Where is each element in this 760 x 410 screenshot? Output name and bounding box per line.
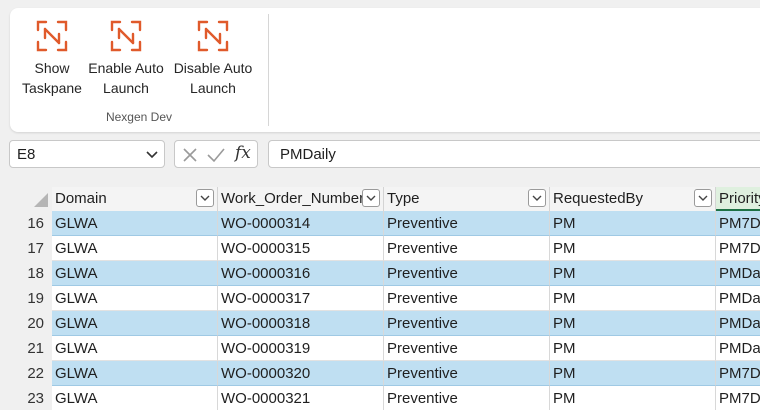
table-cell[interactable]: GLWA xyxy=(52,386,218,410)
enable-auto-launch-button[interactable]: Enable Auto Launch xyxy=(84,18,168,104)
column-header-label: Type xyxy=(387,190,420,207)
table-cell[interactable]: WO-0000316 xyxy=(218,261,384,286)
table-cell[interactable]: Preventive xyxy=(384,336,550,361)
row-number[interactable]: 19 xyxy=(0,286,52,311)
column-header-domain[interactable]: Domain xyxy=(52,187,218,211)
table-cell[interactable]: GLWA xyxy=(52,261,218,286)
table-row: 16GLWAWO-0000314PreventivePMPM7Day xyxy=(0,211,760,236)
name-box[interactable]: E8 xyxy=(9,140,165,168)
table-cell[interactable]: GLWA xyxy=(52,361,218,386)
table-row: 19GLWAWO-0000317PreventivePMPMDaily xyxy=(0,286,760,311)
table-cell[interactable]: Preventive xyxy=(384,236,550,261)
column-header-label: Domain xyxy=(55,190,107,207)
filter-dropdown-icon[interactable] xyxy=(694,189,712,207)
column-header-label: Priority xyxy=(719,190,760,207)
worksheet-grid: Domain Work_Order_Number Type RequestedB… xyxy=(0,187,760,410)
ribbon: Show Taskpane Enable Auto Launch Disable… xyxy=(10,8,760,132)
table-cell[interactable]: WO-0000318 xyxy=(218,311,384,336)
table-cell[interactable]: GLWA xyxy=(52,311,218,336)
nexgen-logo-icon xyxy=(197,20,229,52)
name-box-value: E8 xyxy=(17,146,36,163)
table-cell[interactable]: PMDaily xyxy=(716,336,760,361)
chevron-down-icon[interactable] xyxy=(144,145,160,163)
insert-function-button[interactable]: fx xyxy=(235,143,251,163)
table-cell[interactable]: PMDaily xyxy=(716,311,760,336)
formula-value: PMDaily xyxy=(280,146,336,163)
table-cell[interactable]: PM xyxy=(550,311,716,336)
table-row: 21GLWAWO-0000319PreventivePMPMDaily xyxy=(0,336,760,361)
filter-dropdown-icon[interactable] xyxy=(362,189,380,207)
table-cell[interactable]: WO-0000317 xyxy=(218,286,384,311)
table-cell[interactable]: WO-0000320 xyxy=(218,361,384,386)
table-cell[interactable]: PM xyxy=(550,336,716,361)
select-all-triangle-icon xyxy=(34,193,48,207)
table-cell[interactable]: Preventive xyxy=(384,386,550,410)
table-row: 17GLWAWO-0000315PreventivePMPM7Day xyxy=(0,236,760,261)
table-cell[interactable]: GLWA xyxy=(52,236,218,261)
ribbon-group-separator xyxy=(268,14,269,126)
ribbon-group-label: Nexgen Dev xyxy=(105,110,173,124)
column-header-priority[interactable]: Priority xyxy=(716,187,760,211)
table-row: 22GLWAWO-0000320PreventivePMPM7Day xyxy=(0,361,760,386)
table-header-row: Domain Work_Order_Number Type RequestedB… xyxy=(0,187,760,211)
table-cell[interactable]: PM xyxy=(550,236,716,261)
table-cell[interactable]: Preventive xyxy=(384,211,550,236)
table-cell[interactable]: PM7Day xyxy=(716,236,760,261)
column-header-requestedby[interactable]: RequestedBy xyxy=(550,187,716,211)
formula-controls: fx xyxy=(174,140,258,168)
column-header-type[interactable]: Type xyxy=(384,187,550,211)
table-cell[interactable]: PM7Day xyxy=(716,361,760,386)
table-cell[interactable]: GLWA xyxy=(52,336,218,361)
table-row: 20GLWAWO-0000318PreventivePMPMDaily xyxy=(0,311,760,336)
row-number[interactable]: 21 xyxy=(0,336,52,361)
filter-dropdown-icon[interactable] xyxy=(528,189,546,207)
column-header-label: Work_Order_Number xyxy=(221,190,365,207)
row-number[interactable]: 17 xyxy=(0,236,52,261)
table-cell[interactable]: PMDaily xyxy=(716,286,760,311)
table-cell[interactable]: PM xyxy=(550,386,716,410)
filter-dropdown-icon[interactable] xyxy=(196,189,214,207)
table-cell[interactable]: PM xyxy=(550,286,716,311)
table-cell[interactable]: WO-0000315 xyxy=(218,236,384,261)
table-cell[interactable]: Preventive xyxy=(384,311,550,336)
cancel-icon[interactable] xyxy=(181,146,199,164)
row-number[interactable]: 20 xyxy=(0,311,52,336)
table-cell[interactable]: PM7Day xyxy=(716,386,760,410)
column-header-work-order-number[interactable]: Work_Order_Number xyxy=(218,187,384,211)
table-cell[interactable]: WO-0000319 xyxy=(218,336,384,361)
table-cell[interactable]: GLWA xyxy=(52,286,218,311)
row-number[interactable]: 22 xyxy=(0,361,52,386)
table-cell[interactable]: PM xyxy=(550,261,716,286)
disable-auto-launch-button[interactable]: Disable Auto Launch xyxy=(169,18,257,104)
row-number[interactable]: 23 xyxy=(0,386,52,410)
enter-check-icon[interactable] xyxy=(206,146,226,164)
table-row: 23GLWAWO-0000321PreventivePMPM7Day xyxy=(0,386,760,410)
show-taskpane-button[interactable]: Show Taskpane xyxy=(14,18,90,104)
enable-auto-launch-label: Enable Auto Launch xyxy=(88,60,164,96)
table-cell[interactable]: PMDaily xyxy=(716,261,760,286)
show-taskpane-label: Show Taskpane xyxy=(22,60,82,96)
column-header-label: RequestedBy xyxy=(553,190,644,207)
nexgen-logo-icon xyxy=(36,20,68,52)
nexgen-logo-icon xyxy=(110,20,142,52)
table-cell[interactable]: PM xyxy=(550,361,716,386)
table-cell[interactable]: PM xyxy=(550,211,716,236)
table-cell[interactable]: Preventive xyxy=(384,361,550,386)
disable-auto-launch-label: Disable Auto Launch xyxy=(173,60,253,96)
table-cell[interactable]: PM7Day xyxy=(716,211,760,236)
table-cell[interactable]: Preventive xyxy=(384,261,550,286)
row-number[interactable]: 16 xyxy=(0,211,52,236)
formula-input[interactable]: PMDaily xyxy=(268,140,760,168)
select-all-corner[interactable] xyxy=(0,187,52,211)
row-number[interactable]: 18 xyxy=(0,261,52,286)
table-row: 18GLWAWO-0000316PreventivePMPMDaily xyxy=(0,261,760,286)
table-cell[interactable]: Preventive xyxy=(384,286,550,311)
table-cell[interactable]: GLWA xyxy=(52,211,218,236)
table-cell[interactable]: WO-0000314 xyxy=(218,211,384,236)
table-cell[interactable]: WO-0000321 xyxy=(218,386,384,410)
